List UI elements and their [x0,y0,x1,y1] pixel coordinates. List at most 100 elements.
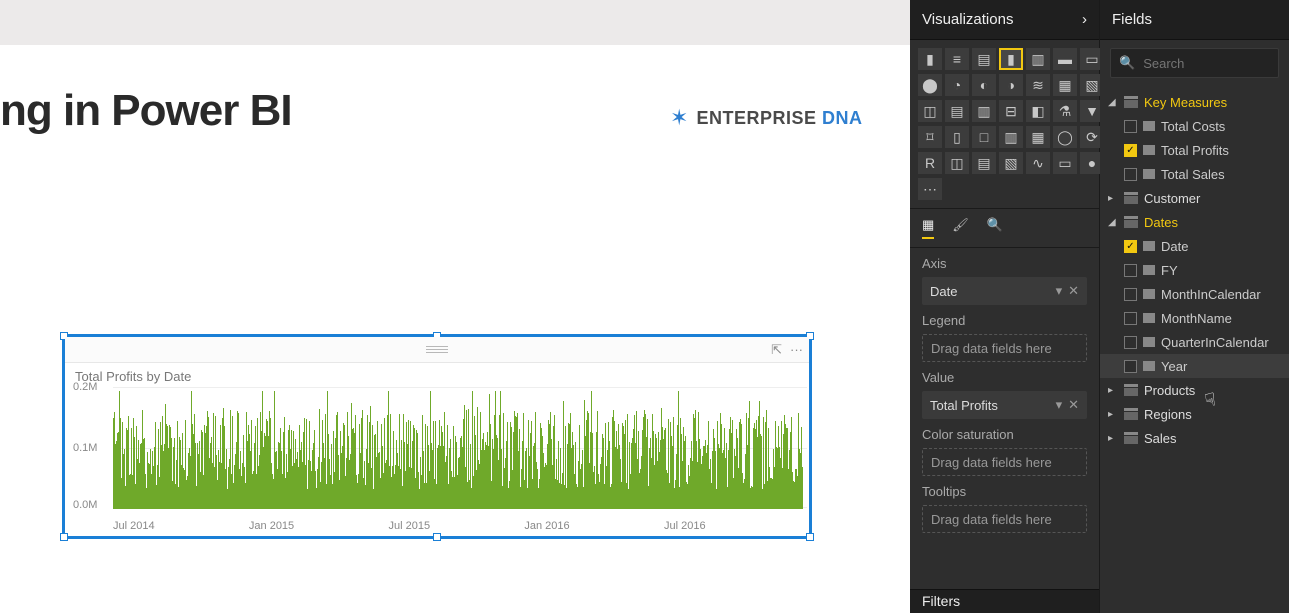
resize-handle[interactable] [806,533,814,541]
table-row-products[interactable]: ▸Products [1100,378,1289,402]
visualizations-header[interactable]: Visualizations › [910,0,1099,40]
viz-type-icon[interactable]: ⬤ [918,74,942,96]
chevron-down-icon[interactable]: ▾ [1056,283,1063,299]
page-title: ng in Power BI [0,86,292,136]
viz-type-icon[interactable]: ▯ [945,126,969,148]
field-row-total-costs[interactable]: Total Costs [1100,114,1289,138]
field-icon [1143,361,1155,371]
field-row-total-sales[interactable]: Total Sales [1100,162,1289,186]
field-checkbox[interactable] [1124,336,1137,349]
caret-icon: ◢ [1108,217,1118,228]
viz-type-icon[interactable]: ▬ [1053,48,1077,70]
viz-type-icon[interactable]: ◐ [972,74,996,96]
search-input[interactable] [1143,56,1270,71]
field-label: Date [1161,239,1188,254]
viz-type-icon[interactable]: ◫ [918,100,942,122]
viz-type-icon[interactable]: ⚗ [1053,100,1077,122]
table-row-dates[interactable]: ◢Dates [1100,210,1289,234]
field-label: MonthName [1161,311,1232,326]
legend-well[interactable]: Drag data fields here [922,334,1087,362]
more-options-icon[interactable]: ··· [790,342,803,358]
table-icon [1124,192,1138,204]
viz-type-icon[interactable]: ◫ [945,152,969,174]
drag-grip-icon[interactable] [426,346,448,354]
field-row-year[interactable]: Year [1100,354,1289,378]
field-checkbox[interactable] [1124,264,1137,277]
field-checkbox[interactable] [1124,288,1137,301]
x-tick: Jul 2015 [388,520,430,532]
field-row-quarterincalendar[interactable]: QuarterInCalendar [1100,330,1289,354]
viz-type-icon[interactable]: ◧ [1026,100,1050,122]
field-label: Year [1161,359,1187,374]
y-tick: 0.2M [73,381,97,393]
viz-type-icon[interactable]: ◯ [1053,126,1077,148]
visual-header[interactable]: ⇱ ··· [65,337,809,363]
viz-type-icon[interactable]: ▮ [918,48,942,70]
table-label: Regions [1144,407,1192,422]
axis-well[interactable]: Date ▾✕ [922,277,1087,305]
table-row-sales[interactable]: ▸Sales [1100,426,1289,450]
viz-type-icon[interactable]: ≋ [1026,74,1050,96]
viz-type-icon[interactable]: ⌑ [918,126,942,148]
fields-tab-icon[interactable]: ▦ [922,217,934,239]
tooltip-well[interactable]: Drag data fields here [922,505,1087,533]
viz-type-icon[interactable]: ⋯ [918,178,942,200]
viz-type-icon[interactable]: ∿ [1026,152,1050,174]
viz-type-icon[interactable]: ▭ [1053,152,1077,174]
field-row-monthincalendar[interactable]: MonthInCalendar [1100,282,1289,306]
saturation-well[interactable]: Drag data fields here [922,448,1087,476]
viz-type-icon[interactable]: ▧ [999,152,1023,174]
collapse-icon[interactable]: › [1082,11,1087,28]
format-tab-icon[interactable]: 🖌 [952,217,969,239]
viz-type-icon[interactable]: ⊟ [999,100,1023,122]
field-checkbox[interactable] [1124,360,1137,373]
remove-icon[interactable]: ✕ [1068,397,1079,413]
chevron-down-icon[interactable]: ▾ [1056,397,1063,413]
chart-bar [802,467,803,509]
remove-icon[interactable]: ✕ [1068,283,1079,299]
canvas-top-strip [0,0,910,45]
field-row-date[interactable]: ✓ Date [1100,234,1289,258]
column-chart-visual[interactable]: ⇱ ··· Total Profits by Date 0.2M 0.1M 0.… [62,334,812,539]
resize-handle[interactable] [433,533,441,541]
fields-header[interactable]: Fields [1100,0,1289,40]
viz-type-icon[interactable]: ▮ [999,48,1023,70]
viz-type-icon[interactable]: ▤ [972,152,996,174]
field-row-total-profits[interactable]: ✓Total Profits [1100,138,1289,162]
table-row-regions[interactable]: ▸Regions [1100,402,1289,426]
viz-type-icon[interactable]: ▦ [1026,126,1050,148]
filters-header[interactable]: Filters [910,589,1099,613]
field-row-fy[interactable]: FY [1100,258,1289,282]
viz-type-icon[interactable]: ≡ [945,48,969,70]
viz-type-icon[interactable]: ▥ [999,126,1023,148]
legend-well-label: Legend [922,313,1087,328]
x-tick: Jul 2014 [113,520,155,532]
table-row-customer[interactable]: ▸Customer [1100,186,1289,210]
viz-type-icon[interactable]: ▤ [945,100,969,122]
viz-type-icon[interactable]: □ [972,126,996,148]
value-well[interactable]: Total Profits ▾✕ [922,391,1087,419]
table-icon [1124,216,1138,228]
fields-search[interactable]: 🔍 [1110,48,1279,78]
field-checkbox[interactable]: ✓ [1124,240,1137,253]
field-checkbox[interactable] [1124,120,1137,133]
field-checkbox[interactable] [1124,168,1137,181]
viz-type-icon[interactable]: ◑ [999,74,1023,96]
focus-mode-icon[interactable]: ⇱ [771,342,782,358]
analytics-tab-icon[interactable]: 🔍 [987,217,1003,239]
viz-type-icon[interactable]: ▥ [1026,48,1050,70]
field-checkbox[interactable]: ✓ [1124,144,1137,157]
viz-type-icon[interactable]: ▥ [972,100,996,122]
table-icon [1124,432,1138,444]
resize-handle[interactable] [60,533,68,541]
table-row-key-measures[interactable]: ◢Key Measures [1100,90,1289,114]
field-checkbox[interactable] [1124,312,1137,325]
report-canvas[interactable]: ng in Power BI ✶ ENTERPRISE DNA ⇱ ··· To… [0,0,910,613]
value-well-label: Value [922,370,1087,385]
viz-type-icon[interactable]: R [918,152,942,174]
viz-type-icon[interactable]: ◔ [945,74,969,96]
viz-type-icon[interactable]: ▤ [972,48,996,70]
field-row-monthname[interactable]: MonthName [1100,306,1289,330]
viz-type-icon[interactable]: ▦ [1053,74,1077,96]
x-axis: Jul 2014 Jan 2015 Jul 2015 Jan 2016 Jul … [113,520,803,532]
